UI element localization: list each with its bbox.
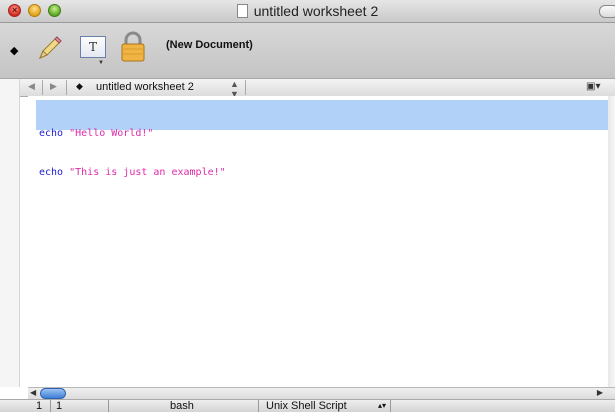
divider [390, 400, 391, 412]
navigation-bar: ◀ ▶ ◆ untitled worksheet 2 ▲ ▼ ▣▾ [20, 79, 615, 99]
code-content: echo "Hello World!" echo "This is just a… [39, 101, 226, 205]
divider [258, 400, 259, 412]
text-format-icon: T [88, 40, 97, 54]
document-modified-icon: ◆ [76, 81, 83, 91]
document-icon [236, 4, 248, 18]
keyword: echo [39, 167, 64, 178]
code-editor[interactable]: echo "Hello World!" echo "This is just a… [28, 96, 608, 387]
title-bar: × untitled worksheet 2 [0, 0, 615, 23]
window-title: untitled worksheet 2 [253, 3, 379, 19]
divider [245, 80, 246, 95]
divider [66, 80, 67, 95]
string-literal: "Hello World!" [69, 128, 154, 139]
bookmarks-menu-icon[interactable]: ▣▾ [586, 81, 600, 92]
keyword: echo [39, 128, 64, 139]
left-gutter [0, 79, 20, 387]
line-number: 1 [36, 400, 43, 412]
status-bar: 1 1 bash Unix Shell Script ▴▾ [0, 399, 615, 412]
text-format-button[interactable]: T [80, 36, 106, 58]
lock-icon[interactable] [120, 31, 146, 63]
window-title-area: untitled worksheet 2 [0, 3, 615, 19]
scroll-right-icon[interactable]: ▶ [597, 388, 603, 397]
column-number: 1 [56, 400, 63, 412]
back-icon[interactable]: ◀ [28, 81, 35, 92]
code-line: echo "This is just an example!" [39, 166, 226, 179]
pencil-icon[interactable] [35, 33, 65, 63]
chevron-down-icon[interactable]: ▼ [98, 60, 104, 66]
toolbar-toggle-button[interactable] [599, 5, 615, 18]
up-down-arrows-icon[interactable]: ▴▾ [378, 400, 386, 412]
divider [108, 400, 109, 412]
shell-selector[interactable]: bash [170, 400, 194, 412]
scroll-left-icon[interactable]: ◀ [30, 388, 36, 397]
document-status: (New Document) [166, 39, 253, 51]
language-selector[interactable]: Unix Shell Script [266, 400, 347, 412]
document-selector[interactable]: untitled worksheet 2 [96, 81, 194, 93]
forward-icon[interactable]: ▶ [50, 81, 57, 92]
scroll-thumb[interactable] [40, 388, 66, 399]
document-modified-indicator-icon: ◆ [10, 45, 19, 57]
vertical-scrollbar[interactable] [608, 96, 615, 387]
toolbar: ◆ T ▼ (New Document) [0, 23, 615, 79]
divider [42, 80, 43, 95]
divider [50, 400, 51, 412]
string-literal: "This is just an example!" [69, 167, 226, 178]
code-line: echo "Hello World!" [39, 127, 226, 140]
